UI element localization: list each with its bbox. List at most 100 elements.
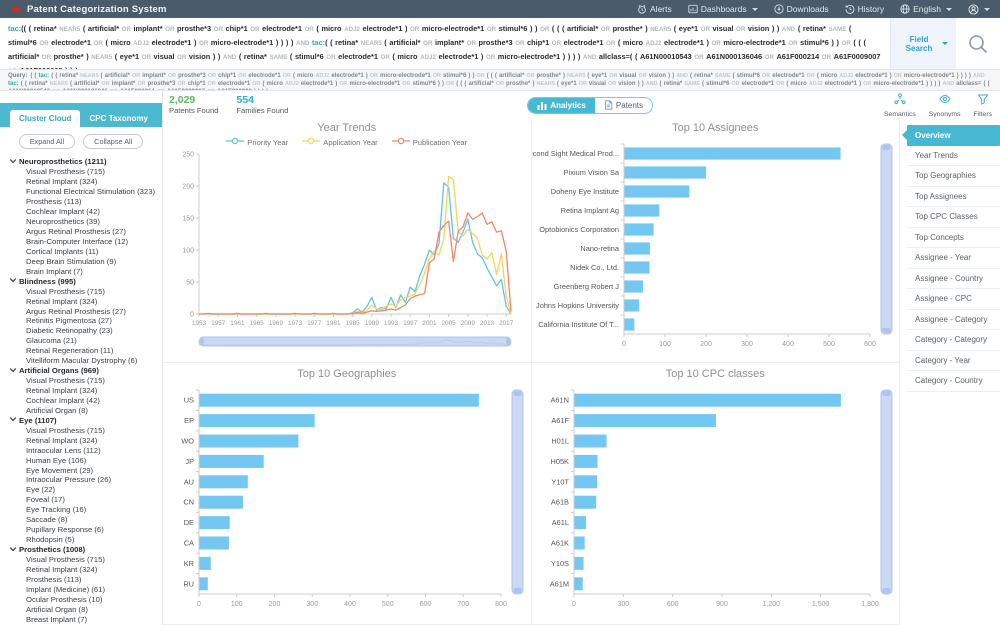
tree-parent-eye[interactable]: Eye (1107) <box>9 415 162 425</box>
tree-item[interactable]: Argus Retinal Prosthesis (27) <box>9 306 162 316</box>
collapse-all-button[interactable]: Collapse All <box>83 134 143 149</box>
nav-item-overview[interactable]: Overview <box>907 125 1000 146</box>
tree-item[interactable]: Retinal Implant (324) <box>9 435 162 445</box>
tree-item[interactable]: Diabetic Retinopathy (23) <box>9 326 162 336</box>
header-item-account[interactable] <box>968 4 990 15</box>
bar-a61k[interactable] <box>574 537 584 550</box>
tree-item[interactable]: Argus Retinal Prosthesis (27) <box>9 227 162 237</box>
synonyms-button[interactable]: Synonyms <box>929 92 961 118</box>
tree-parent-artificial-organs[interactable]: Artificial Organs (969) <box>9 366 162 376</box>
bar-doheny-eye-institute[interactable] <box>624 185 689 197</box>
toggle-patents[interactable]: Patents <box>595 98 652 113</box>
tree-parent-neuroprosthetics[interactable]: Neuroprosthetics (1211) <box>9 157 162 167</box>
bar-y10s[interactable] <box>574 557 583 570</box>
nav-item-category-year[interactable]: Category - Year <box>907 351 1000 372</box>
filters-button[interactable]: Filters <box>973 92 992 118</box>
tree-item[interactable]: Foveal (17) <box>9 495 162 505</box>
bar-h01l[interactable] <box>574 435 606 448</box>
bar-second-sight-medical-prod-[interactable] <box>624 147 840 159</box>
tree-item[interactable]: Brain Implant (7) <box>9 266 162 276</box>
legend-item-priority-year[interactable]: Priority Year <box>226 137 288 147</box>
bar-ru[interactable] <box>200 577 208 590</box>
nav-item-category-country[interactable]: Category - Country <box>907 371 1000 392</box>
tree-parent-blindness[interactable]: Blindness (995) <box>9 276 162 286</box>
nav-item-assignee-cpc[interactable]: Assignee - CPC <box>907 289 1000 310</box>
tree-item[interactable]: Retinal Implant (324) <box>9 177 162 187</box>
nav-item-top-cpc-classes[interactable]: Top CPC Classes <box>907 207 1000 228</box>
tree-item[interactable]: Brain-Computer Interface (12) <box>9 237 162 247</box>
bar-cn[interactable] <box>200 496 243 509</box>
y-axis-brush[interactable] <box>881 144 892 334</box>
bar-h05k[interactable] <box>574 455 597 468</box>
bar-de[interactable] <box>200 516 230 529</box>
nav-item-year-trends[interactable]: Year Trends <box>907 146 1000 167</box>
tab-cpc-taxonomy[interactable]: CPC Taxonomy <box>80 110 157 127</box>
tree-item[interactable]: Glaucoma (21) <box>9 336 162 346</box>
bar-y10t[interactable] <box>574 475 597 488</box>
bar-retina-implant-ag[interactable] <box>624 204 659 216</box>
query-input[interactable]: tac:(( ( retina* NEAR5 ( artificial* OR … <box>0 18 890 69</box>
tree-item[interactable]: Ocular Prosthesis (10) <box>9 594 162 604</box>
tree-item[interactable]: Visual Prosthesis (715) <box>9 286 162 296</box>
bar-a61n[interactable] <box>574 394 840 407</box>
nav-item-assignee-year[interactable]: Assignee - Year <box>907 248 1000 269</box>
nav-item-top-concepts[interactable]: Top Concepts <box>907 228 1000 249</box>
bar-california-institute-of-t-[interactable] <box>624 318 634 330</box>
tree-item[interactable]: Pupillary Response (6) <box>9 525 162 535</box>
tree-item[interactable]: Artificial Organ (8) <box>9 405 162 415</box>
bar-au[interactable] <box>200 475 248 488</box>
tree-item[interactable]: Functional Electrical Stimulation (323) <box>9 187 162 197</box>
tree-item[interactable]: Rhodopsin (5) <box>9 535 162 545</box>
field-search-button[interactable]: Field Search <box>890 18 956 69</box>
nav-item-assignee-country[interactable]: Assignee - Country <box>907 269 1000 290</box>
tree-item[interactable]: Prosthesis (113) <box>9 197 162 207</box>
tree-item[interactable]: Eye (22) <box>9 485 162 495</box>
bar-us[interactable] <box>200 394 479 407</box>
tab-cluster-cloud[interactable]: Cluster Cloud <box>10 110 80 127</box>
bar-kr[interactable] <box>200 557 211 570</box>
bar-jp[interactable] <box>200 455 264 468</box>
tree-item[interactable]: Saccade (8) <box>9 515 162 525</box>
tree-item[interactable]: Retinal Regeneration (11) <box>9 346 162 356</box>
y-axis-brush[interactable] <box>512 390 523 594</box>
tree-item[interactable]: Breast Implant (7) <box>9 614 162 624</box>
bar-johns-hopkins-university[interactable] <box>624 299 639 311</box>
bar-ca[interactable] <box>200 537 229 550</box>
toggle-analytics[interactable]: Analytics <box>528 98 595 113</box>
nav-item-top-geographies[interactable]: Top Geographies <box>907 166 1000 187</box>
nav-item-category-category[interactable]: Category - Category <box>907 330 1000 351</box>
x-axis-brush[interactable] <box>199 337 511 346</box>
tree-item[interactable]: Prosthesis (113) <box>9 574 162 584</box>
tree-parent-prosthetics[interactable]: Prosthetics (1008) <box>9 545 162 555</box>
tree-item[interactable]: Eye Movement (29) <box>9 465 162 475</box>
tree-item[interactable]: Visual Prosthesis (715) <box>9 167 162 177</box>
header-item-dashboards[interactable]: Dashboards <box>688 4 758 14</box>
bar-greenberg-robert-j[interactable] <box>624 280 642 292</box>
legend-item-publication-year[interactable]: Publication Year <box>392 137 467 147</box>
bar-a61m[interactable] <box>574 577 582 590</box>
bar-optobionics-corporation[interactable] <box>624 223 653 235</box>
tree-item[interactable]: Retinal Implant (324) <box>9 296 162 306</box>
header-item-history[interactable]: History <box>845 4 884 14</box>
nav-item-top-assignees[interactable]: Top Assignees <box>907 187 1000 208</box>
tree-item[interactable]: Human Eye (106) <box>9 455 162 465</box>
tree-item[interactable]: Neuroprosthetics (39) <box>9 217 162 227</box>
legend-item-application-year[interactable]: Application Year <box>302 137 377 147</box>
bar-a61l[interactable] <box>574 516 586 529</box>
bar-a61f[interactable] <box>574 414 715 427</box>
semantics-button[interactable]: Semantics <box>884 92 916 118</box>
bar-pixium-vision-sa[interactable] <box>624 166 706 178</box>
tree-item[interactable]: Visual Prosthesis (715) <box>9 555 162 565</box>
bar-a61b[interactable] <box>574 496 596 509</box>
nav-item-assignee-category[interactable]: Assignee - Category <box>907 310 1000 331</box>
y-axis-brush[interactable] <box>881 390 892 594</box>
bar-ep[interactable] <box>200 414 315 427</box>
tree-item[interactable]: Artificial Organ (8) <box>9 604 162 614</box>
search-button[interactable] <box>956 18 1000 69</box>
header-item-downloads[interactable]: Downloads <box>774 4 829 14</box>
tree-item[interactable]: Eye Tracking (16) <box>9 505 162 515</box>
tree-item[interactable]: Visual Prosthesis (715) <box>9 425 162 435</box>
bar-nidek-co-ltd-[interactable] <box>624 261 649 273</box>
tree-item[interactable]: Retinal Implant (324) <box>9 386 162 396</box>
header-item-english[interactable]: English <box>900 4 952 14</box>
